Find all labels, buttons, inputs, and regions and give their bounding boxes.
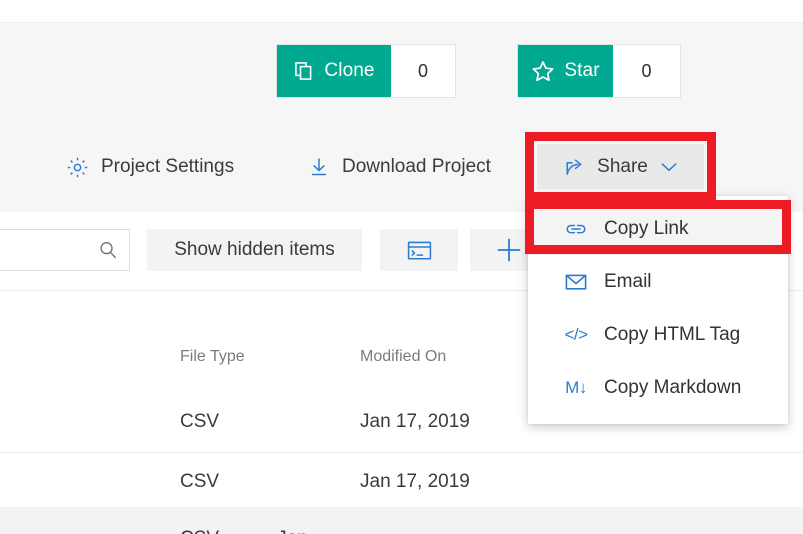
menu-item-copy-markdown[interactable]: M↓ Copy Markdown <box>528 361 788 414</box>
show-hidden-items-label: Show hidden items <box>174 239 335 260</box>
envelope-icon <box>564 272 588 292</box>
link-icon <box>564 219 588 239</box>
menu-item-email[interactable]: Email <box>528 255 788 308</box>
menu-item-label: Copy Link <box>604 217 689 239</box>
download-icon <box>308 155 330 179</box>
column-header-modified-on[interactable]: Modified On <box>360 348 446 366</box>
share-button-label: Share <box>597 155 648 177</box>
cell-file-type: CSV <box>180 411 220 432</box>
project-settings-button[interactable]: Project Settings <box>56 148 244 186</box>
menu-item-label: Copy HTML Tag <box>604 323 741 345</box>
console-button[interactable] <box>380 229 458 271</box>
clone-count[interactable]: 0 <box>391 45 455 97</box>
search-input-value: oks... <box>0 240 97 260</box>
download-project-button[interactable]: Download Project <box>298 148 501 186</box>
show-hidden-items-button[interactable]: Show hidden items <box>147 229 362 271</box>
share-dropdown-menu: Copy Link Email </> Copy HTML Tag M↓ Cop… <box>528 196 788 424</box>
clone-button-label: Clone <box>324 60 375 81</box>
cell-file-type: CSV <box>180 471 220 492</box>
search-icon[interactable] <box>97 239 119 261</box>
column-header-file-type[interactable]: File Type <box>180 348 245 366</box>
menu-item-label: Copy Markdown <box>604 376 742 398</box>
cell-file-type-partial: CSV Jan <box>180 528 308 534</box>
clone-button[interactable]: Clone <box>277 45 391 97</box>
star-icon <box>531 59 555 83</box>
star-button[interactable]: Star <box>518 45 613 97</box>
gear-icon <box>66 156 89 179</box>
star-count[interactable]: 0 <box>613 45 680 97</box>
cell-modified-on: Jan 17, 2019 <box>360 471 470 492</box>
search-input[interactable]: oks... <box>0 229 130 271</box>
menu-item-copy-html-tag[interactable]: </> Copy HTML Tag <box>528 308 788 361</box>
cell-modified-on: Jan 17, 2019 <box>360 411 470 432</box>
star-button-label: Star <box>564 60 600 81</box>
share-icon <box>562 156 586 178</box>
menu-item-label: Email <box>604 270 652 292</box>
menu-item-copy-link[interactable]: Copy Link <box>528 202 788 255</box>
copy-icon <box>293 60 315 82</box>
table-row-partial[interactable]: CSV Jan <box>0 507 803 534</box>
app-screen: Clone 0 Star 0 Project Settings Download… <box>0 0 803 534</box>
project-settings-label: Project Settings <box>101 156 235 177</box>
chevron-down-icon <box>659 160 679 174</box>
top-white-strip <box>0 0 803 22</box>
share-button[interactable]: Share <box>537 144 704 189</box>
console-icon <box>406 239 433 262</box>
download-project-label: Download Project <box>342 156 491 177</box>
plus-icon <box>494 235 524 265</box>
star-button-group[interactable]: Star 0 <box>518 45 680 97</box>
code-icon: </> <box>564 324 588 344</box>
markdown-icon: M↓ <box>565 377 587 397</box>
clone-button-group[interactable]: Clone 0 <box>277 45 455 97</box>
